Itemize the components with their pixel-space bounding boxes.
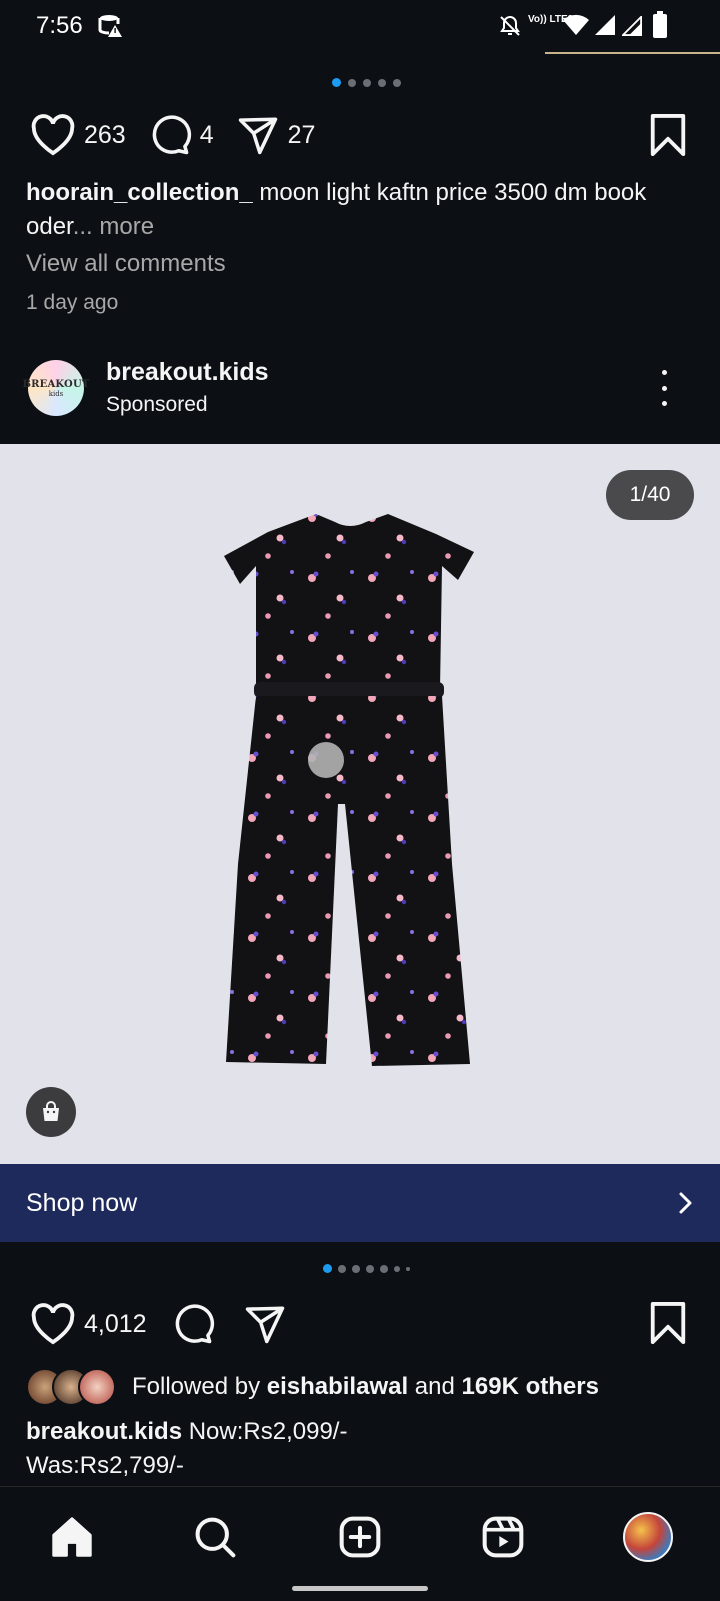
gesture-home-bar[interactable]: [292, 1586, 428, 1591]
more-options-icon[interactable]: [654, 370, 674, 406]
caption-more-link[interactable]: ... more: [73, 213, 154, 240]
sponsored-post-actions: 4,012: [30, 1303, 287, 1345]
carousel-dots: [323, 1264, 410, 1273]
view-all-comments-link[interactable]: View all comments: [26, 250, 226, 278]
followed-prefix: Followed by: [132, 1373, 267, 1400]
home-icon[interactable]: [42, 1507, 102, 1567]
like-count[interactable]: 4,012: [84, 1310, 147, 1339]
followed-user[interactable]: eishabilawal: [267, 1373, 408, 1400]
bottom-navigation: [0, 1486, 720, 1601]
carousel-dot: [406, 1266, 410, 1271]
like-heart-icon[interactable]: [30, 1303, 76, 1345]
save-bookmark-icon[interactable]: [648, 114, 688, 156]
brand-logo-text: BREAKOUT: [22, 378, 90, 390]
create-post-icon[interactable]: [330, 1507, 390, 1567]
search-icon[interactable]: [185, 1507, 245, 1567]
like-count[interactable]: 263: [84, 121, 126, 150]
carousel-dot: [363, 78, 371, 87]
battery-icon: [653, 11, 667, 38]
carousel-dot: [378, 78, 386, 87]
share-send-icon[interactable]: [236, 114, 280, 156]
previous-media-edge: [545, 52, 720, 54]
chevron-right-icon: [679, 1192, 692, 1214]
post-timestamp: 1 day ago: [26, 291, 119, 314]
carousel-dots: [332, 78, 401, 87]
profile-avatar[interactable]: [618, 1507, 678, 1567]
jumpsuit-product-image: [224, 514, 474, 1066]
carousel-dot: [380, 1264, 388, 1273]
carousel-dot-active: [323, 1264, 332, 1273]
comment-icon[interactable]: [171, 1303, 215, 1345]
post-media-image[interactable]: [0, 444, 720, 1164]
media-counter-badge: 1/40: [606, 470, 694, 520]
data-saver-icon: [98, 15, 122, 37]
carousel-dot: [338, 1264, 346, 1273]
post-username[interactable]: breakout.kids: [106, 358, 269, 387]
comment-count[interactable]: 4: [200, 121, 214, 150]
caption-username[interactable]: hoorain_collection_: [26, 179, 253, 206]
brand-logo-sub: kids: [48, 389, 64, 398]
followed-and: and: [408, 1373, 462, 1400]
shop-now-label: Shop now: [26, 1188, 138, 1217]
sponsored-label: Sponsored: [106, 393, 208, 416]
follower-avatars: [26, 1368, 116, 1406]
shopping-bag-icon[interactable]: [26, 1087, 76, 1137]
prev-post-caption: hoorain_collection_ moon light kaftn pri…: [26, 176, 698, 244]
signal-icon-2: [622, 16, 642, 36]
save-bookmark-icon[interactable]: [648, 1302, 688, 1344]
reels-icon[interactable]: [473, 1507, 533, 1567]
followed-others[interactable]: 169K others: [462, 1373, 599, 1400]
carousel-dot: [352, 1264, 360, 1273]
shop-now-button[interactable]: Shop now: [0, 1164, 720, 1242]
touch-indicator: [308, 742, 344, 778]
caption-price-was: Was:Rs2,799/-: [26, 1452, 184, 1479]
mute-icon: [500, 15, 520, 36]
signal-icon: [595, 15, 615, 35]
carousel-dot: [393, 78, 401, 87]
caption-price-now: Now:Rs2,099/-: [182, 1418, 348, 1445]
wifi-icon: [563, 14, 589, 35]
caption-username[interactable]: breakout.kids: [26, 1418, 182, 1445]
avatar: [78, 1368, 116, 1406]
sponsored-caption: breakout.kids Now:Rs2,099/- Was:Rs2,799/…: [26, 1415, 698, 1483]
share-count[interactable]: 27: [288, 121, 316, 150]
like-heart-icon[interactable]: [30, 114, 76, 156]
comment-icon[interactable]: [148, 114, 192, 156]
status-time: 7:56: [36, 12, 83, 39]
status-bar: 7:56 Vo)) LTE2: [0, 0, 720, 52]
carousel-dot-active: [332, 78, 341, 87]
prev-post-actions: 263 4 27: [30, 114, 315, 156]
followed-by-text: Followed by eishabilawal and 169K others: [132, 1373, 599, 1401]
carousel-dot: [366, 1264, 374, 1273]
carousel-dot: [394, 1265, 400, 1272]
followed-by-row[interactable]: Followed by eishabilawal and 169K others: [26, 1368, 599, 1406]
brand-avatar[interactable]: BREAKOUT kids: [22, 360, 89, 416]
share-send-icon[interactable]: [243, 1303, 287, 1345]
carousel-dot: [348, 78, 356, 87]
